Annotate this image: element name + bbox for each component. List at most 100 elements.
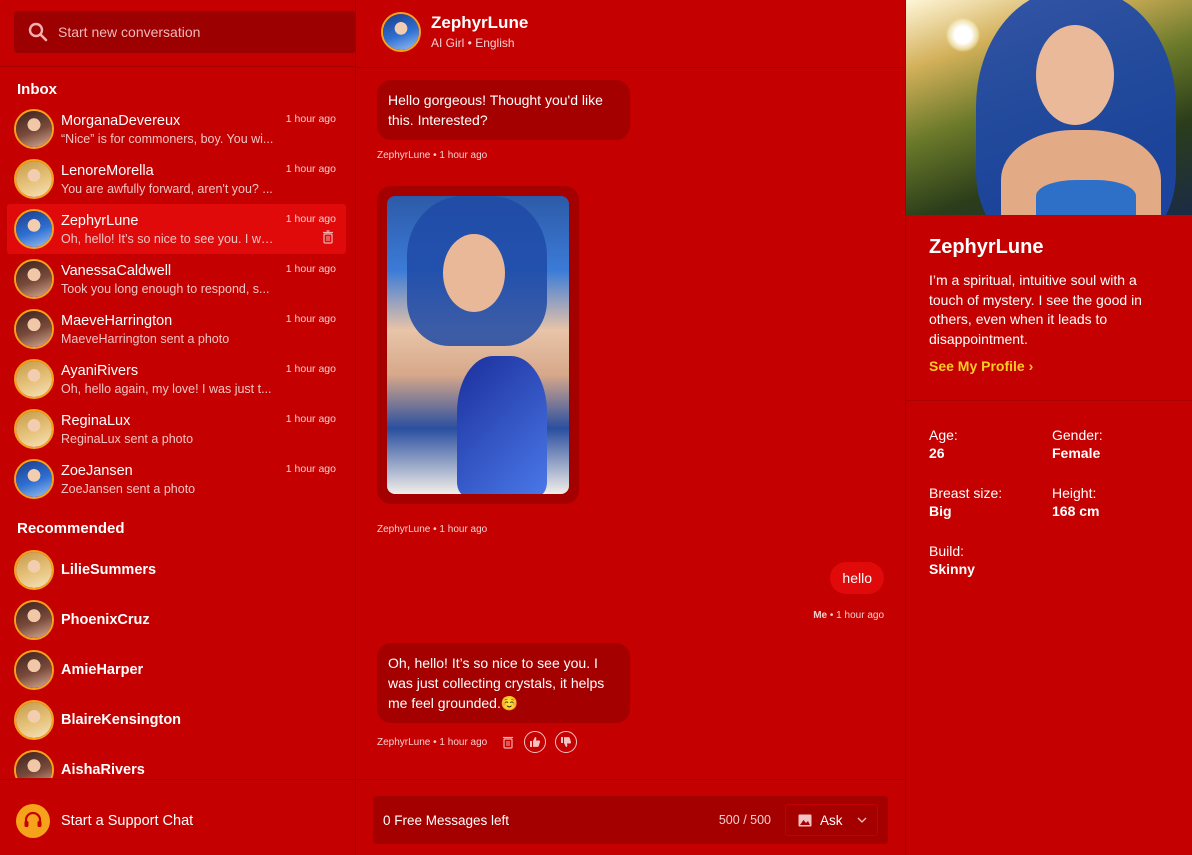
recommended-name: LilieSummers [61, 562, 157, 578]
see-profile-label: See My Profile [929, 358, 1025, 374]
chat-title: ZephyrLune [431, 13, 529, 32]
character-counter: 500 / 500 [718, 813, 771, 827]
trash-icon[interactable] [502, 735, 514, 749]
conversation-name: AyaniRivers [61, 362, 139, 379]
avatar [14, 159, 54, 199]
attribute-value: Big [929, 503, 952, 519]
avatar[interactable] [381, 12, 421, 52]
conversation-item[interactable]: ZoeJansen ZoeJansen sent a photo 1 hour a… [7, 454, 346, 504]
attribute-value: 26 [929, 445, 945, 461]
avatar [14, 259, 54, 299]
conversation-item[interactable]: VanessaCaldwell Took you long enough to r… [7, 254, 346, 304]
avatar [14, 209, 54, 249]
avatar [14, 109, 54, 149]
avatar [14, 750, 54, 778]
recommended-title: Recommended [17, 520, 125, 537]
inbox-title: Inbox [17, 81, 57, 98]
avatar [14, 550, 54, 590]
attribute-key: Age: [929, 427, 958, 443]
profile-bio: I’m a spiritual, intuitive soul with a t… [929, 272, 1142, 347]
search-box[interactable] [14, 11, 356, 53]
ask-label: Ask [820, 812, 843, 828]
conversation-name: LenoreMorella [61, 162, 154, 179]
attribute-value: Female [1052, 445, 1101, 461]
conversation-name: ReginaLux [61, 412, 131, 429]
attribute-key: Breast size: [929, 485, 1003, 501]
recommended-name: PhoenixCruz [61, 612, 150, 628]
recommended-name: BlaireKensington [61, 712, 182, 728]
avatar [14, 359, 54, 399]
conversation-time: 1 hour ago [285, 363, 336, 375]
chat-panel: ZephyrLune AI Girl • English Hello gorge… [357, 0, 904, 855]
message-meta: ZephyrLune • 1 hour ago [377, 524, 488, 535]
conversation-time: 1 hour ago [285, 413, 336, 425]
message-photo[interactable] [377, 186, 579, 504]
message-meta: ZephyrLune • 1 hour ago [377, 150, 488, 161]
avatar [14, 650, 54, 690]
attribute-age: Age: 26 [929, 427, 958, 461]
message-input-bar[interactable]: 0 Free Messages left 500 / 500 Ask [373, 796, 888, 844]
chevron-right-icon: › [1028, 358, 1034, 374]
inbox-list: MorganaDevereux “Nice” is for commoners, … [7, 104, 346, 504]
ask-button[interactable]: Ask [785, 804, 878, 836]
avatar [14, 309, 54, 349]
conversation-item[interactable]: MaeveHarrington MaeveHarrington sent a ph… [7, 304, 346, 354]
headset-icon [16, 804, 50, 838]
conversation-name: MaeveHarrington [61, 312, 173, 329]
attribute-key: Height: [1052, 485, 1097, 501]
search-input[interactable] [58, 24, 328, 40]
conversation-preview: ZoeJansen sent a photo [61, 481, 196, 496]
conversation-item[interactable]: MorganaDevereux “Nice” is for commoners, … [7, 104, 346, 154]
my-message-meta: Me • 1 hour ago [813, 610, 884, 621]
recommended-item[interactable]: PhoenixCruz [14, 595, 344, 645]
conversation-name: VanessaCaldwell [61, 262, 172, 279]
conversation-name: MorganaDevereux [61, 112, 181, 129]
see-profile-link[interactable]: See My Profile › [929, 358, 1033, 374]
conversation-item-active[interactable]: ZephyrLune Oh, hello! It’s so nice to see… [7, 204, 346, 254]
recommended-item[interactable]: AmieHarper [14, 645, 344, 695]
message-bubble: Hello gorgeous! Thought you'd like this.… [377, 80, 630, 140]
attribute-value: 168 cm [1052, 503, 1100, 519]
meta-sender: Me [813, 610, 828, 621]
conversation-time: 1 hour ago [285, 113, 336, 125]
support-chat-button[interactable]: Start a Support Chat [16, 804, 193, 838]
trash-icon[interactable] [322, 230, 334, 244]
recommended-item[interactable]: LilieSummers [14, 545, 344, 595]
attribute-value: Skinny [929, 561, 975, 577]
attribute-height: Height: 168 cm [1052, 485, 1099, 519]
profile-photo[interactable] [906, 0, 1192, 215]
conversation-time: 1 hour ago [285, 213, 336, 225]
divider [906, 400, 1192, 401]
avatar [14, 459, 54, 499]
conversation-time: 1 hour ago [285, 263, 336, 275]
recommended-list: LilieSummers PhoenixCruz AmieHarper Blai… [14, 545, 344, 778]
my-message-bubble: hello [830, 562, 884, 594]
conversation-preview: Took you long enough to respond, s... [61, 281, 270, 296]
profile-name: ZephyrLune [929, 236, 1044, 258]
divider [0, 779, 356, 780]
photo-image[interactable] [387, 196, 569, 494]
recommended-name: AishaRivers [61, 762, 145, 778]
profile-panel: ZephyrLune I’m a spiritual, intuitive so… [905, 0, 1192, 855]
conversation-preview: ReginaLux sent a photo [61, 431, 194, 446]
chevron-down-icon [857, 817, 866, 823]
search-icon [28, 22, 48, 42]
conversation-item[interactable]: LenoreMorella You are awfully forward, ar… [7, 154, 346, 204]
conversation-item[interactable]: AyaniRivers Oh, hello again, my love! I w… [7, 354, 346, 404]
thumbs-up-icon[interactable] [524, 731, 546, 753]
avatar [14, 700, 54, 740]
attribute-breast-size: Breast size: Big [929, 485, 1002, 519]
conversation-preview: Oh, hello! It’s so nice to see you. I wa… [61, 231, 275, 246]
meta-time: • 1 hour ago [827, 610, 884, 621]
thumbs-down-icon[interactable] [555, 731, 577, 753]
sidebar: Inbox MorganaDevereux “Nice” is for commo… [0, 0, 356, 855]
conversation-time: 1 hour ago [285, 163, 336, 175]
recommended-item[interactable]: AishaRivers [14, 745, 344, 778]
conversation-time: 1 hour ago [285, 313, 336, 325]
conversation-time: 1 hour ago [285, 463, 336, 475]
avatar [14, 600, 54, 640]
recommended-item[interactable]: BlaireKensington [14, 695, 344, 745]
support-chat-label: Start a Support Chat [61, 813, 194, 829]
conversation-preview: Oh, hello again, my love! I was just t..… [61, 381, 272, 396]
conversation-item[interactable]: ReginaLux ReginaLux sent a photo 1 hour a… [7, 404, 346, 454]
